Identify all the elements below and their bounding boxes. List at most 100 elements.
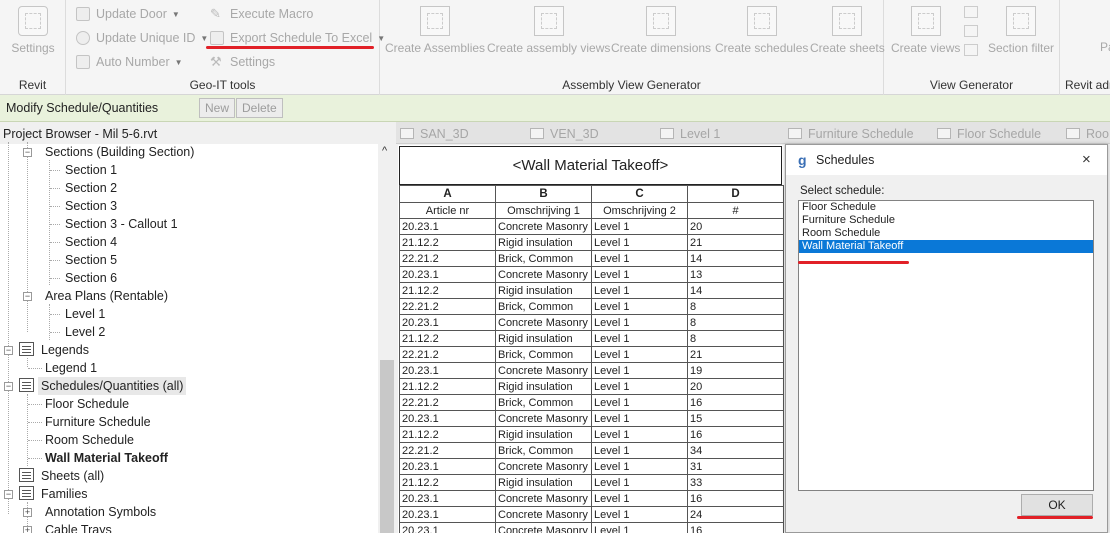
table-cell[interactable]: 16 bbox=[687, 426, 784, 443]
table-cell[interactable]: 14 bbox=[687, 250, 784, 267]
table-cell[interactable]: Level 1 bbox=[591, 346, 688, 363]
table-cell[interactable]: 20.23.1 bbox=[399, 362, 496, 379]
auto-number-button[interactable]: Auto Number ▼ bbox=[76, 55, 183, 69]
column-letter[interactable]: B bbox=[495, 185, 592, 203]
table-cell[interactable]: 20.23.1 bbox=[399, 522, 496, 533]
table-cell[interactable]: Level 1 bbox=[591, 250, 688, 267]
close-icon[interactable]: × bbox=[1082, 151, 1091, 168]
tab-floor-schedule[interactable]: Floor Schedule bbox=[937, 125, 1041, 143]
tree-node-section-2[interactable]: Section 2 bbox=[65, 179, 117, 197]
table-cell[interactable]: Level 1 bbox=[591, 298, 688, 315]
table-cell[interactable]: 20 bbox=[687, 378, 784, 395]
create-dimensions-button[interactable]: Create dimensions bbox=[611, 6, 711, 55]
table-cell[interactable]: Concrete Masonry bbox=[495, 506, 592, 523]
collapse-toggle[interactable]: − bbox=[4, 490, 13, 499]
table-cell[interactable]: Brick, Common bbox=[495, 442, 592, 459]
collapse-toggle[interactable]: − bbox=[4, 346, 13, 355]
dialog-titlebar[interactable]: g Schedules × bbox=[786, 145, 1107, 175]
table-cell[interactable]: Rigid insulation bbox=[495, 474, 592, 491]
table-cell[interactable]: 20.23.1 bbox=[399, 218, 496, 235]
export-schedule-button[interactable]: Export Schedule To Excel ▼ bbox=[210, 31, 385, 45]
column-letter[interactable]: A bbox=[399, 185, 496, 203]
collapse-toggle[interactable]: − bbox=[4, 382, 13, 391]
table-cell[interactable]: Level 1 bbox=[591, 458, 688, 475]
table-cell[interactable]: Rigid insulation bbox=[495, 426, 592, 443]
tree-node-schedules[interactable]: Schedules/Quantities (all) bbox=[38, 377, 187, 395]
table-cell[interactable]: Level 1 bbox=[591, 330, 688, 347]
table-cell[interactable]: 13 bbox=[687, 266, 784, 283]
table-cell[interactable]: 22.21.2 bbox=[399, 346, 496, 363]
table-cell[interactable]: Level 1 bbox=[591, 394, 688, 411]
column-header[interactable]: Omschrijving 1 bbox=[495, 202, 592, 219]
table-cell[interactable]: Level 1 bbox=[591, 410, 688, 427]
table-cell[interactable]: Rigid insulation bbox=[495, 330, 592, 347]
list-item[interactable]: Room Schedule bbox=[799, 227, 1093, 240]
tree-node-section-3-callout[interactable]: Section 3 - Callout 1 bbox=[65, 215, 178, 233]
table-cell[interactable]: Rigid insulation bbox=[495, 378, 592, 395]
table-cell[interactable]: Level 1 bbox=[591, 474, 688, 491]
tab-furniture-schedule[interactable]: Furniture Schedule bbox=[788, 125, 914, 143]
table-cell[interactable]: Concrete Masonry bbox=[495, 218, 592, 235]
table-cell[interactable]: 8 bbox=[687, 314, 784, 331]
table-cell[interactable]: 31 bbox=[687, 458, 784, 475]
table-cell[interactable]: Level 1 bbox=[591, 282, 688, 299]
table-cell[interactable]: 20.23.1 bbox=[399, 506, 496, 523]
table-cell[interactable]: 34 bbox=[687, 442, 784, 459]
table-cell[interactable]: Concrete Masonry bbox=[495, 410, 592, 427]
table-cell[interactable]: Rigid insulation bbox=[495, 234, 592, 251]
table-cell[interactable]: Level 1 bbox=[591, 490, 688, 507]
table-cell[interactable]: 20.23.1 bbox=[399, 314, 496, 331]
table-cell[interactable]: 24 bbox=[687, 506, 784, 523]
table-cell[interactable]: 33 bbox=[687, 474, 784, 491]
tree-node-floor-schedule[interactable]: Floor Schedule bbox=[45, 395, 129, 413]
schedule-listbox[interactable]: Floor Schedule Furniture Schedule Room S… bbox=[798, 200, 1094, 491]
table-cell[interactable]: Level 1 bbox=[591, 378, 688, 395]
table-cell[interactable]: Concrete Masonry bbox=[495, 362, 592, 379]
tree-node-section-5[interactable]: Section 5 bbox=[65, 251, 117, 269]
table-cell[interactable]: 20.23.1 bbox=[399, 266, 496, 283]
list-item[interactable]: Floor Schedule bbox=[799, 201, 1093, 214]
table-cell[interactable]: 20.23.1 bbox=[399, 458, 496, 475]
table-cell[interactable]: Brick, Common bbox=[495, 394, 592, 411]
table-cell[interactable]: Brick, Common bbox=[495, 298, 592, 315]
table-cell[interactable]: 16 bbox=[687, 394, 784, 411]
tree-node-legends[interactable]: Legends bbox=[41, 341, 89, 359]
table-cell[interactable]: Concrete Masonry bbox=[495, 458, 592, 475]
tab-room-schedule[interactable]: Roo bbox=[1066, 125, 1109, 143]
tree-node-section-6[interactable]: Section 6 bbox=[65, 269, 117, 287]
table-cell[interactable]: 21.12.2 bbox=[399, 426, 496, 443]
table-cell[interactable]: Level 1 bbox=[591, 234, 688, 251]
list-item[interactable]: Furniture Schedule bbox=[799, 214, 1093, 227]
tree-node-level-2[interactable]: Level 2 bbox=[65, 323, 105, 341]
create-views-button[interactable]: Create views bbox=[891, 6, 960, 55]
tab-san-3d[interactable]: SAN_3D bbox=[400, 125, 469, 143]
expand-toggle[interactable]: + bbox=[23, 508, 32, 517]
table-cell[interactable]: 19 bbox=[687, 362, 784, 379]
execute-macro-button[interactable]: ✎ Execute Macro bbox=[210, 7, 313, 21]
table-cell[interactable]: 16 bbox=[687, 522, 784, 533]
table-cell[interactable]: Level 1 bbox=[591, 522, 688, 533]
tree-node-furniture-schedule[interactable]: Furniture Schedule bbox=[45, 413, 151, 431]
table-cell[interactable]: 21 bbox=[687, 234, 784, 251]
ok-button[interactable]: OK bbox=[1021, 494, 1093, 516]
table-cell[interactable]: 22.21.2 bbox=[399, 250, 496, 267]
table-cell[interactable]: 21 bbox=[687, 346, 784, 363]
table-cell[interactable]: 21.12.2 bbox=[399, 378, 496, 395]
column-header[interactable]: # bbox=[687, 202, 784, 219]
table-cell[interactable]: Level 1 bbox=[591, 266, 688, 283]
update-door-button[interactable]: Update Door ▼ bbox=[76, 7, 180, 21]
table-cell[interactable]: Concrete Masonry bbox=[495, 314, 592, 331]
table-cell[interactable]: Level 1 bbox=[591, 506, 688, 523]
pa-button[interactable]: Pa bbox=[1100, 40, 1110, 54]
table-cell[interactable]: 20.23.1 bbox=[399, 410, 496, 427]
tree-node-section-4[interactable]: Section 4 bbox=[65, 233, 117, 251]
table-cell[interactable]: 20.23.1 bbox=[399, 490, 496, 507]
table-cell[interactable]: Concrete Masonry bbox=[495, 522, 592, 533]
table-cell[interactable]: Level 1 bbox=[591, 314, 688, 331]
tree-node-wall-material-takeoff[interactable]: Wall Material Takeoff bbox=[45, 449, 168, 467]
table-cell[interactable]: 21.12.2 bbox=[399, 282, 496, 299]
tab-ven-3d[interactable]: VEN_3D bbox=[530, 125, 599, 143]
tree-node-area-plans[interactable]: Area Plans (Rentable) bbox=[45, 287, 168, 305]
table-cell[interactable]: 22.21.2 bbox=[399, 442, 496, 459]
table-cell[interactable]: 21.12.2 bbox=[399, 330, 496, 347]
